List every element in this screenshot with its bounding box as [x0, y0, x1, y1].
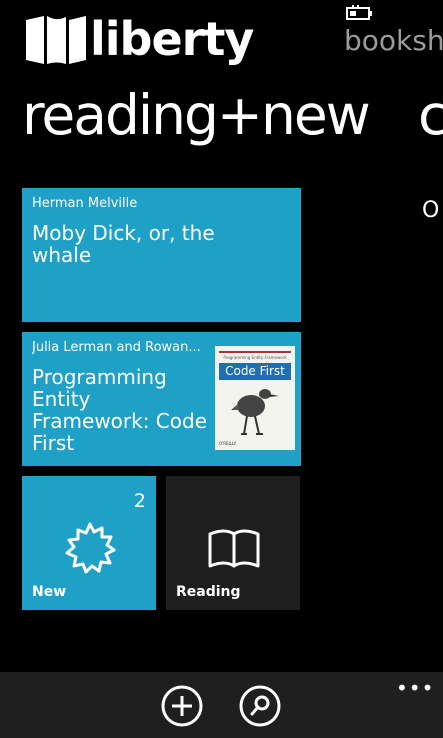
battery-charging-icon	[346, 5, 372, 20]
reading-tile[interactable]: Reading	[166, 476, 300, 610]
next-panorama-title-peek[interactable]: c	[418, 88, 443, 143]
book-tile-programming-ef[interactable]: Julia Lerman and Rowan... Programming En…	[22, 332, 301, 466]
book-logo-icon	[26, 16, 86, 64]
cover-title: Code First	[219, 363, 291, 380]
book-author: Julia Lerman and Rowan...	[32, 340, 201, 355]
next-section-title[interactable]: bookshe	[344, 27, 443, 55]
sun-badge-icon	[65, 522, 116, 574]
book-tile-moby-dick[interactable]: Herman Melville Moby Dick, or, the whale	[22, 188, 301, 322]
cover-publisher: O'REILLY	[219, 441, 237, 446]
book-cover: Programming Entity Framework Code First …	[215, 346, 295, 450]
new-tile-label: New	[32, 584, 67, 600]
new-count-badge: 2	[133, 490, 146, 512]
add-icon[interactable]	[161, 685, 203, 727]
next-panorama-content-peek[interactable]: O	[422, 198, 439, 223]
new-tile[interactable]: 2 New	[22, 476, 156, 610]
app-title: liberty	[90, 12, 254, 66]
more-options-ellipsis[interactable]: •••	[396, 676, 434, 700]
search-icon[interactable]	[239, 685, 281, 727]
panorama-section-title: reading+new	[22, 83, 371, 147]
bird-illustration-icon	[231, 389, 279, 435]
open-book-icon	[208, 529, 260, 568]
application-bar: •••	[0, 672, 443, 738]
book-author: Herman Melville	[32, 196, 138, 211]
cover-subtitle: Programming Entity Framework	[223, 355, 287, 360]
book-title: Programming Entity Framework: Code First	[32, 365, 208, 455]
reading-tile-label: Reading	[176, 584, 241, 600]
book-title: Moby Dick, or, the whale	[32, 221, 215, 267]
